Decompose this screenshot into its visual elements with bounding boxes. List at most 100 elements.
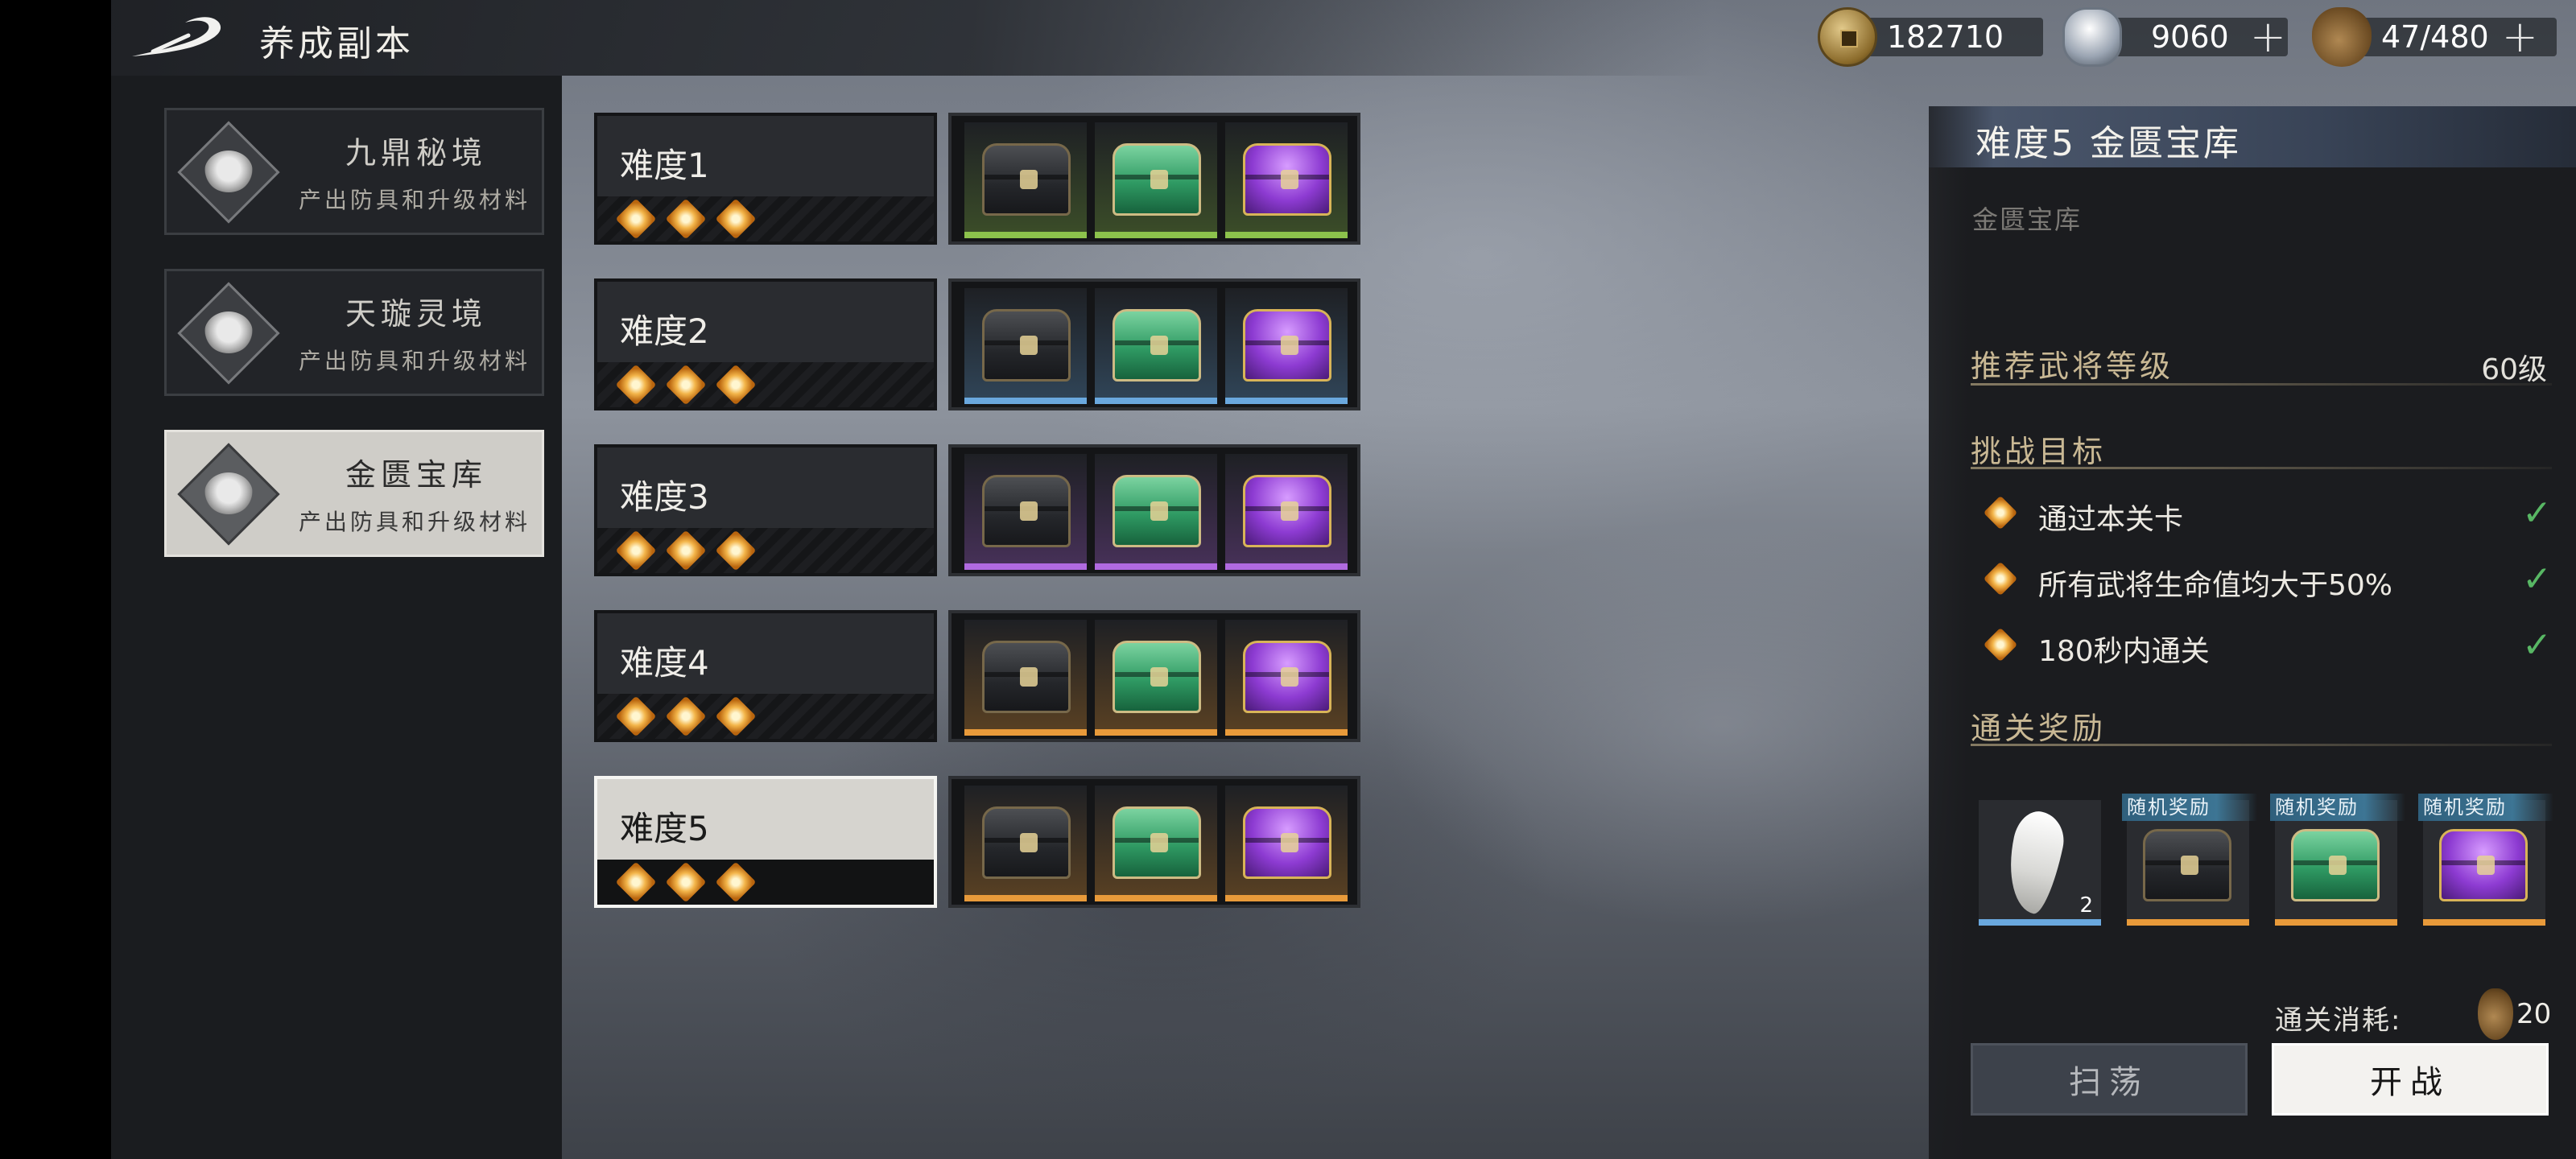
back-button[interactable] (129, 11, 233, 61)
section-divider (1971, 383, 2552, 386)
black-chest-icon (2143, 829, 2231, 901)
chest-slot[interactable] (1095, 288, 1217, 404)
silver-ingot-icon (2062, 7, 2122, 67)
rarity-bar (964, 398, 1087, 404)
difficulty-row-5[interactable]: 难度5 (594, 776, 1360, 911)
difficulty-row-3[interactable]: 难度3 (594, 444, 1360, 580)
rarity-bar (1095, 232, 1217, 238)
stars-strip (597, 860, 934, 905)
black-chest-icon (982, 309, 1071, 382)
chest-slot[interactable] (1225, 122, 1348, 238)
star-icon (715, 364, 757, 406)
chest-slot[interactable] (1225, 620, 1348, 736)
copper-coin-value: 182710 (1887, 19, 2004, 55)
cost-value: 20 (2516, 998, 2552, 1030)
objective-row: 180秒内通关 ✓ (1983, 625, 2552, 670)
rarity-bar (2275, 919, 2397, 926)
stamina-currency: 47/480 + (2312, 7, 2557, 67)
chest-slot[interactable] (1225, 786, 1348, 901)
chest-slot[interactable] (1095, 786, 1217, 901)
letterbox-left (0, 0, 111, 1159)
chest-slot[interactable] (1095, 122, 1217, 238)
star-icon (715, 198, 757, 240)
star-icon (715, 530, 757, 571)
dungeon-list-panel: 九鼎秘境 产出防具和升级材料 天璇灵境 产出防具和升级材料 金匮宝库 产出防具和… (111, 76, 562, 1159)
reward-chests-frame (948, 444, 1360, 576)
reward-chests-frame (948, 610, 1360, 742)
difficulty-label-box[interactable]: 难度1 (594, 113, 937, 245)
chest-slot[interactable] (1225, 454, 1348, 570)
green-chest-icon (2291, 829, 2380, 901)
chest-slot[interactable] (964, 620, 1087, 736)
difficulty-row-4[interactable]: 难度4 (594, 610, 1360, 745)
stamina-value: 47/480 (2381, 19, 2489, 55)
rarity-bar (964, 563, 1087, 570)
star-icon (615, 695, 657, 737)
stamina-bag-icon (2478, 988, 2513, 1040)
difficulty-row-2[interactable]: 难度2 (594, 278, 1360, 414)
reward-slot-tusk[interactable]: 2 (1979, 800, 2101, 926)
star-icon (1983, 561, 2018, 596)
difficulty-label-box[interactable]: 难度5 (594, 776, 937, 908)
chest-slot[interactable] (1095, 620, 1217, 736)
difficulty-label-box[interactable]: 难度3 (594, 444, 937, 576)
star-icon (615, 198, 657, 240)
page-title: 养成副本 (259, 23, 414, 64)
chest-slot[interactable] (964, 288, 1087, 404)
objectives-title: 挑战目标 (1971, 434, 2107, 469)
silver-ingot-currency: 9060 + (2062, 7, 2288, 67)
dungeon-emblem-icon (176, 120, 281, 225)
difficulty-name: 难度3 (620, 477, 709, 517)
objective-row: 所有武将生命值均大于50% ✓ (1983, 559, 2552, 604)
add-silver-button[interactable]: + (2250, 15, 2286, 59)
black-chest-icon (982, 475, 1071, 547)
rarity-bar (1095, 729, 1217, 736)
detail-subtitle: 金匮宝库 (1972, 204, 2083, 235)
start-battle-button[interactable]: 开战 (2272, 1043, 2549, 1116)
sweep-button[interactable]: 扫荡 (1971, 1043, 2248, 1116)
star-icon (665, 364, 707, 406)
difficulty-label-box[interactable]: 难度4 (594, 610, 937, 742)
chest-slot[interactable] (1095, 454, 1217, 570)
recommend-level-label: 推荐武将等级 (1971, 349, 2174, 384)
star-icon (665, 695, 707, 737)
objective-row: 通过本关卡 ✓ (1983, 493, 2552, 538)
reward-count: 2 (2079, 893, 2093, 918)
black-chest-icon (982, 143, 1071, 216)
star-icon (615, 530, 657, 571)
dungeon-card-tianxuan[interactable]: 天璇灵境 产出防具和升级材料 (164, 269, 544, 396)
check-icon: ✓ (2522, 625, 2552, 666)
dungeon-name: 九鼎秘境 (345, 135, 487, 171)
rewards-title: 通关奖励 (1971, 711, 2107, 746)
game-screen: 养成副本 182710 9060 + 47/480 + 九鼎秘境 产出防具和升级… (0, 0, 2576, 1159)
difficulty-row-1[interactable]: 难度1 (594, 113, 1360, 248)
dungeon-desc: 产出防具和升级材料 (299, 348, 531, 374)
objective-text: 通过本关卡 (2038, 503, 2184, 536)
dungeon-card-jinkui[interactable]: 金匮宝库 产出防具和升级材料 (164, 430, 544, 557)
chest-slot[interactable] (964, 454, 1087, 570)
stars-strip (597, 362, 934, 407)
star-icon (665, 530, 707, 571)
rarity-bar (1095, 563, 1217, 570)
difficulty-label-box[interactable]: 难度2 (594, 278, 937, 410)
star-icon (615, 861, 657, 903)
reward-chests-frame (948, 278, 1360, 410)
dungeon-emblem-icon (176, 281, 281, 386)
star-icon (715, 861, 757, 903)
dungeon-name: 金匮宝库 (345, 457, 487, 493)
purple-chest-icon (2439, 829, 2528, 901)
rarity-bar (1225, 398, 1348, 404)
green-chest-icon (1113, 641, 1201, 713)
green-chest-icon (1113, 143, 1201, 216)
section-divider (1971, 744, 2552, 746)
chest-slot[interactable] (964, 122, 1087, 238)
objective-text: 所有武将生命值均大于50% (2038, 569, 2393, 602)
chest-slot[interactable] (1225, 288, 1348, 404)
dungeon-card-jiuding[interactable]: 九鼎秘境 产出防具和升级材料 (164, 108, 544, 235)
add-stamina-button[interactable]: + (2502, 15, 2538, 59)
stars-strip (597, 528, 934, 573)
chest-slot[interactable] (964, 786, 1087, 901)
reward-chests-frame (948, 776, 1360, 908)
purple-chest-icon (1243, 143, 1331, 216)
stars-strip (597, 196, 934, 241)
